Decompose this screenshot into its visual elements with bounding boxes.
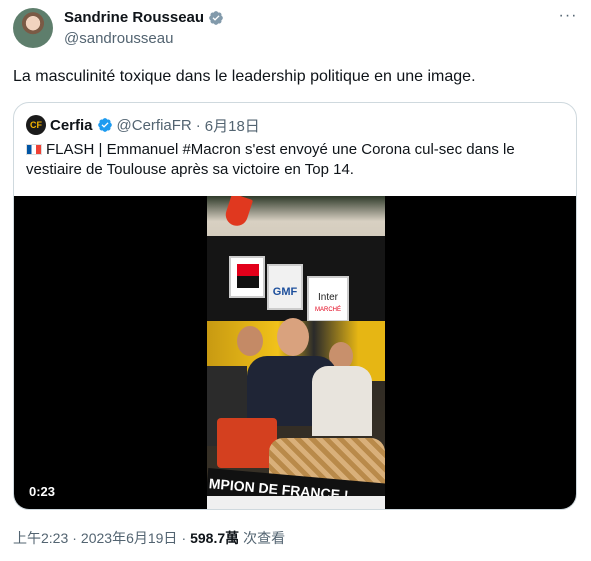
quoted-tweet-header: CF Cerfia @CerfiaFR · 6月18日: [26, 115, 260, 135]
quoted-separator: ·: [195, 116, 201, 134]
video-foreground-red: [217, 418, 277, 468]
author-handle[interactable]: @sandrousseau: [64, 30, 173, 47]
video-person-white-shirt: [312, 366, 372, 436]
video-player[interactable]: GMF Inter MARCHÉ MPION DE FRANCE ! 0:23: [14, 196, 576, 509]
verified-badge-icon: [209, 10, 223, 25]
quoted-author-handle[interactable]: @CerfiaFR: [117, 117, 192, 134]
quoted-author-avatar[interactable]: CF: [26, 115, 46, 135]
quoted-tweet-card[interactable]: CF Cerfia @CerfiaFR · 6月18日 FLASH | Emma…: [13, 102, 577, 510]
view-count-label: 次查看: [243, 530, 286, 546]
video-sponsor-board-inter: Inter MARCHÉ: [307, 276, 349, 322]
tweet-text: La masculinité toxique dans le leadershi…: [13, 68, 476, 85]
quoted-tweet-text: FLASH | Emmanuel #Macron s'est envoyé un…: [26, 140, 546, 180]
author-name[interactable]: Sandrine Rousseau: [64, 9, 204, 26]
video-duration-badge: 0:23: [24, 483, 61, 500]
video-bottom-strip: [207, 496, 385, 509]
tweet-time[interactable]: 上午2:23: [13, 528, 68, 548]
video-sponsor-board-gmf: GMF: [267, 264, 303, 310]
video-sponsor-board-1: [229, 256, 265, 298]
video-red-object: [222, 196, 254, 229]
france-flag-icon: [26, 144, 42, 155]
quoted-tweet-body: FLASH | Emmanuel #Macron s'est envoyé un…: [26, 141, 515, 178]
video-person-head-1: [237, 326, 263, 356]
tweet-date[interactable]: 2023年6月19日: [81, 528, 178, 548]
view-count[interactable]: 598.7萬: [190, 528, 239, 548]
tweet-footer: 上午2:23 · 2023年6月19日 · 598.7萬 次查看: [13, 528, 285, 548]
quoted-date[interactable]: 6月18日: [205, 115, 260, 136]
author-name-row[interactable]: Sandrine Rousseau: [64, 9, 224, 26]
quoted-author-name[interactable]: Cerfia: [50, 117, 93, 134]
video-sponsor-inter-label: Inter: [317, 292, 338, 303]
video-person-head-main: [277, 318, 309, 356]
video-frame[interactable]: GMF Inter MARCHÉ MPION DE FRANCE !: [207, 196, 385, 509]
video-sponsor-inter-sub: MARCHÉ: [314, 307, 341, 313]
author-avatar[interactable]: [13, 8, 53, 48]
verified-badge-icon: [97, 118, 112, 132]
footer-separator: ·: [72, 530, 77, 546]
more-options-button[interactable]: ···: [558, 8, 578, 28]
footer-separator: ·: [181, 530, 187, 546]
